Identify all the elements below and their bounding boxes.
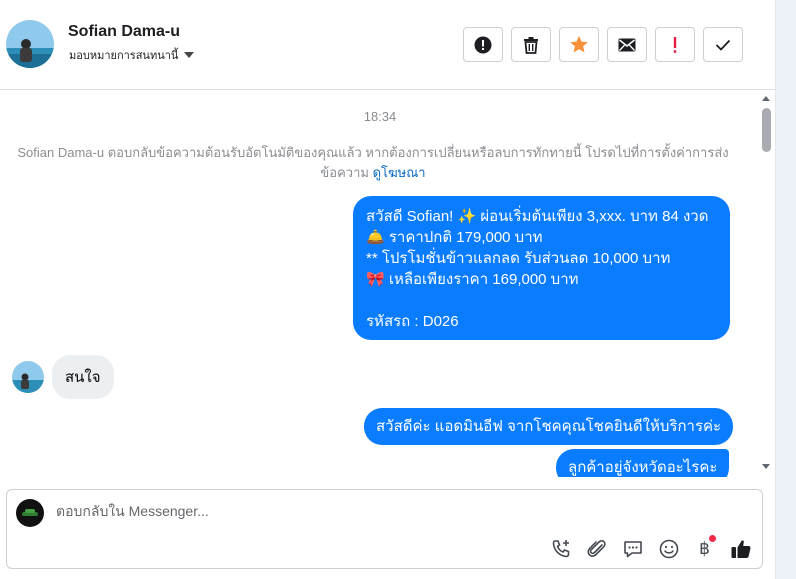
scrollbar-thumb[interactable] — [762, 108, 771, 152]
reply-composer: ฿ — [6, 489, 763, 569]
emoji-icon — [659, 539, 678, 558]
saved-replies-button[interactable] — [620, 536, 645, 561]
paperclip-icon — [586, 539, 606, 557]
header-actions — [463, 27, 743, 62]
incoming-message[interactable]: สนใจ — [52, 355, 114, 399]
outgoing-message[interactable]: ลูกค้าอยู่จังหวัดอะไรคะ — [556, 449, 730, 477]
add-call-button[interactable] — [548, 536, 573, 561]
mail-icon — [618, 38, 636, 51]
attach-file-button[interactable] — [584, 536, 609, 561]
view-ad-link[interactable]: ดูโฆษณา — [373, 165, 426, 180]
phone-add-icon — [552, 539, 569, 557]
thumbs-up-icon — [731, 539, 750, 558]
send-like-button[interactable] — [728, 536, 753, 561]
star-icon — [570, 36, 588, 53]
contact-avatar-small — [12, 361, 44, 393]
delete-button[interactable] — [511, 27, 551, 62]
page-avatar — [16, 499, 44, 527]
mark-spam-button[interactable] — [463, 27, 503, 62]
emoji-button[interactable] — [656, 536, 681, 561]
mark-unread-button[interactable] — [607, 27, 647, 62]
outgoing-message[interactable]: สวัสดี Sofian! ✨ ผ่อนเริ่มต้นเพียง 3,xxx… — [353, 196, 730, 340]
caret-down-icon — [184, 52, 195, 58]
scroll-up-arrow-icon[interactable] — [762, 96, 770, 101]
mark-done-button[interactable] — [703, 27, 743, 62]
saved-replies-icon — [623, 540, 642, 557]
baht-payment-icon: ฿ — [699, 538, 710, 559]
contact-avatar[interactable] — [6, 20, 54, 68]
mark-important-button[interactable] — [655, 27, 695, 62]
conversation-header: Sofian Dama-u มอบหมายการสนทนานี้ — [0, 0, 775, 90]
conversation-panel: Sofian Dama-u มอบหมายการสนทนานี้ 18:34 S… — [0, 0, 775, 579]
side-panel-edge — [775, 0, 796, 579]
reply-input[interactable] — [56, 503, 656, 519]
contact-name[interactable]: Sofian Dama-u — [68, 23, 180, 41]
done-check-icon — [715, 39, 731, 51]
notification-dot — [709, 535, 716, 542]
assign-label: มอบหมายการสนทนานี้ — [69, 50, 179, 62]
trash-icon — [524, 36, 538, 54]
payment-button[interactable]: ฿ — [692, 535, 717, 561]
system-note: Sofian Dama-u ตอบกลับข้อความต้อนรับอัตโน… — [12, 143, 734, 183]
outgoing-message[interactable]: สวัสดีค่ะ แอดมินอีฟ จากโชคคุณโชคยินดีให้… — [364, 408, 734, 445]
message-thread[interactable]: 18:34 Sofian Dama-u ตอบกลับข้อความต้อนรั… — [0, 91, 775, 477]
scroll-down-arrow-icon[interactable] — [762, 464, 770, 469]
assign-conversation-dropdown[interactable]: มอบหมายการสนทนานี้ — [69, 46, 195, 64]
report-spam-icon — [474, 36, 492, 53]
important-icon — [673, 36, 677, 53]
composer-tools: ฿ — [548, 535, 753, 561]
star-button[interactable] — [559, 27, 599, 62]
message-timestamp: 18:34 — [363, 109, 397, 124]
